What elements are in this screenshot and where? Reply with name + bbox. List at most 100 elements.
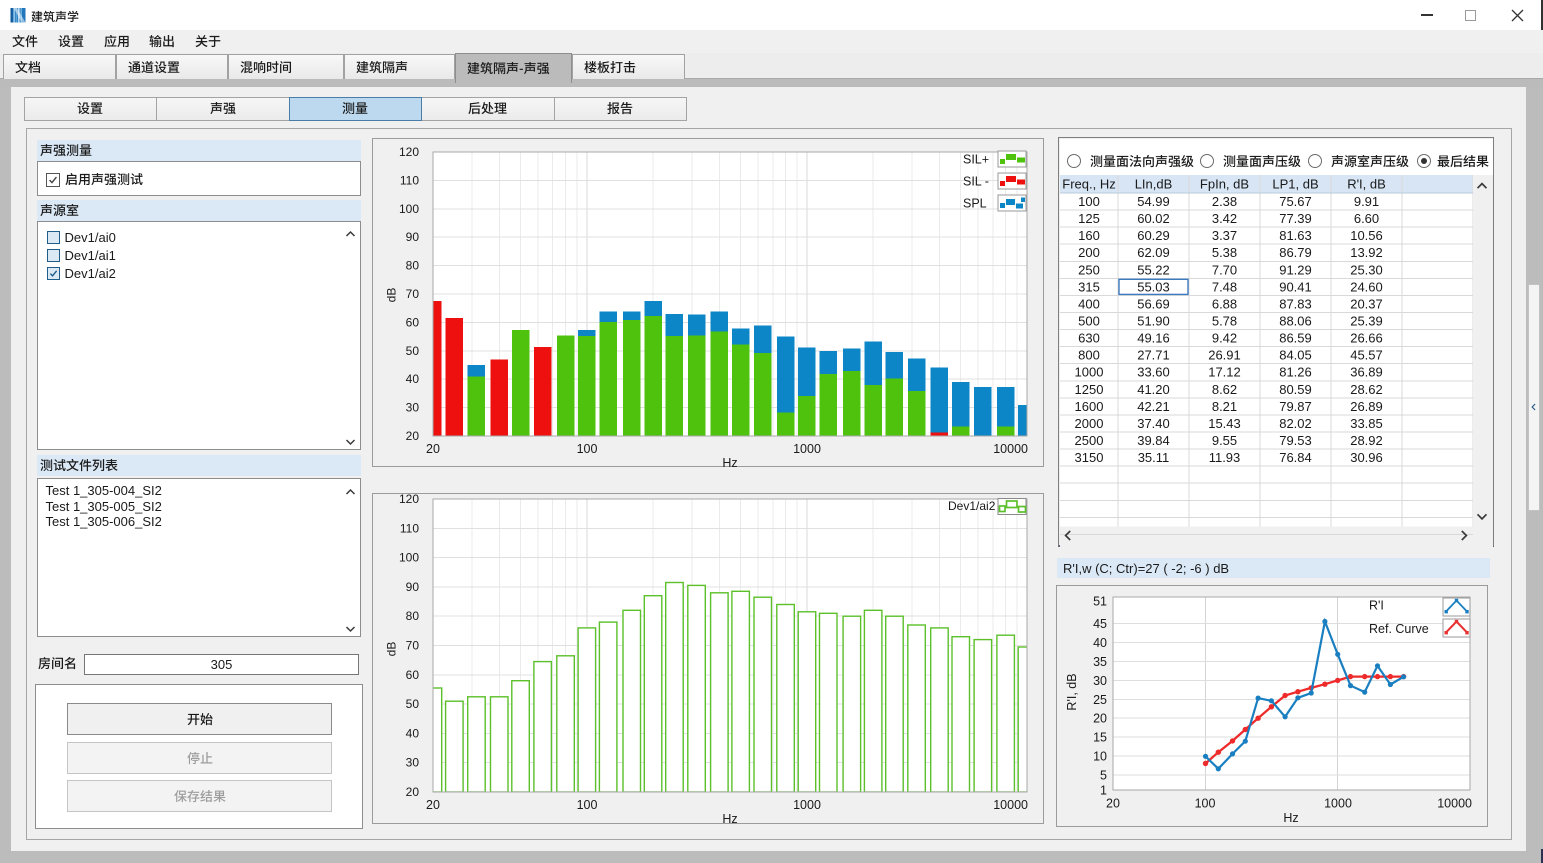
svg-text:77.39: 77.39	[1279, 211, 1312, 226]
svg-text:9.42: 9.42	[1212, 331, 1237, 346]
svg-text:1: 1	[1100, 784, 1107, 798]
svg-text:100: 100	[577, 798, 598, 812]
svg-text:125: 125	[1078, 211, 1100, 226]
svg-text:82.02: 82.02	[1279, 416, 1312, 431]
svg-text:6.88: 6.88	[1212, 296, 1237, 311]
svg-text:800: 800	[1078, 348, 1100, 363]
svg-text:SPL: SPL	[963, 197, 987, 211]
svg-text:15: 15	[1093, 731, 1107, 745]
svg-text:100: 100	[577, 442, 598, 456]
svg-text:10000: 10000	[1437, 797, 1472, 811]
svg-text:30: 30	[1093, 674, 1107, 688]
svg-text:60: 60	[406, 668, 420, 682]
svg-text:dB: dB	[385, 642, 399, 657]
svg-text:30: 30	[406, 401, 420, 415]
svg-text:70: 70	[406, 639, 420, 653]
svg-text:60.02: 60.02	[1137, 211, 1170, 226]
svg-text:80.59: 80.59	[1279, 382, 1312, 397]
svg-text:17.12: 17.12	[1208, 365, 1241, 380]
svg-text:10000: 10000	[993, 442, 1028, 456]
svg-text:315: 315	[1078, 279, 1100, 294]
svg-text:110: 110	[400, 521, 419, 535]
svg-text:LIn,dB: LIn,dB	[1135, 177, 1173, 192]
svg-text:500: 500	[1078, 314, 1100, 329]
svg-text:100: 100	[399, 551, 419, 565]
svg-text:81.63: 81.63	[1279, 228, 1312, 243]
svg-text:26.89: 26.89	[1350, 399, 1383, 414]
svg-text:9.55: 9.55	[1212, 433, 1237, 448]
svg-text:160: 160	[1078, 228, 1100, 243]
svg-text:10.56: 10.56	[1350, 228, 1383, 243]
svg-text:1000: 1000	[1324, 797, 1352, 811]
svg-text:2500: 2500	[1075, 433, 1104, 448]
svg-text:2000: 2000	[1075, 416, 1104, 431]
svg-text:R'I, dB: R'I, dB	[1347, 177, 1386, 192]
svg-text:25.39: 25.39	[1350, 314, 1383, 329]
svg-text:13.92: 13.92	[1350, 245, 1383, 260]
svg-text:90: 90	[406, 580, 420, 594]
svg-text:50: 50	[406, 344, 420, 358]
svg-text:20: 20	[1106, 797, 1120, 811]
svg-text:20.37: 20.37	[1350, 296, 1383, 311]
svg-text:9.91: 9.91	[1354, 194, 1379, 209]
svg-text:86.79: 86.79	[1279, 245, 1312, 260]
svg-text:26.66: 26.66	[1350, 331, 1383, 346]
svg-text:20: 20	[426, 442, 440, 456]
svg-text:10000: 10000	[993, 798, 1028, 812]
svg-text:3.37: 3.37	[1212, 228, 1237, 243]
svg-text:81.26: 81.26	[1279, 365, 1312, 380]
svg-text:84.05: 84.05	[1279, 348, 1312, 363]
svg-text:87.83: 87.83	[1279, 296, 1312, 311]
svg-text:60: 60	[406, 315, 420, 329]
svg-text:Hz: Hz	[722, 812, 737, 825]
svg-text:79.53: 79.53	[1279, 433, 1312, 448]
svg-text:28.62: 28.62	[1350, 382, 1383, 397]
svg-text:5.78: 5.78	[1212, 314, 1237, 329]
svg-text:LP1, dB: LP1, dB	[1272, 177, 1318, 192]
svg-text:7.70: 7.70	[1212, 262, 1237, 277]
svg-text:Hz: Hz	[1283, 811, 1298, 825]
svg-text:8.21: 8.21	[1212, 399, 1237, 414]
svg-text:51.90: 51.90	[1137, 314, 1170, 329]
svg-text:79.87: 79.87	[1279, 399, 1312, 414]
svg-text:100: 100	[1195, 797, 1216, 811]
svg-text:FpIn, dB: FpIn, dB	[1200, 177, 1249, 192]
svg-text:33.85: 33.85	[1350, 416, 1383, 431]
svg-text:11.93: 11.93	[1209, 450, 1241, 465]
svg-text:49.16: 49.16	[1137, 331, 1170, 346]
svg-text:20: 20	[1093, 712, 1107, 726]
svg-text:250: 250	[1078, 262, 1100, 277]
svg-text:100: 100	[399, 202, 419, 216]
svg-text:2.38: 2.38	[1212, 194, 1237, 209]
svg-text:45.57: 45.57	[1350, 348, 1383, 363]
svg-text:90: 90	[406, 230, 420, 244]
svg-text:90.41: 90.41	[1279, 279, 1312, 294]
svg-text:62.09: 62.09	[1137, 245, 1170, 260]
svg-text:5: 5	[1100, 768, 1107, 782]
svg-text:37.40: 37.40	[1137, 416, 1170, 431]
svg-text:35.11: 35.11	[1138, 450, 1170, 465]
svg-text:110: 110	[400, 173, 419, 187]
svg-text:120: 120	[399, 494, 419, 506]
svg-text:100: 100	[1078, 194, 1100, 209]
svg-text:70: 70	[406, 287, 420, 301]
svg-text:54.99: 54.99	[1137, 194, 1170, 209]
svg-text:86.59: 86.59	[1279, 331, 1312, 346]
svg-text:35: 35	[1093, 655, 1107, 669]
svg-text:20: 20	[406, 785, 420, 799]
svg-text:27.71: 27.71	[1137, 348, 1170, 363]
svg-text:7.48: 7.48	[1212, 279, 1237, 294]
svg-text:5.38: 5.38	[1212, 245, 1237, 260]
svg-text:28.92: 28.92	[1350, 433, 1383, 448]
svg-text:55.03: 55.03	[1137, 279, 1170, 294]
svg-text:25.30: 25.30	[1350, 262, 1383, 277]
svg-text:40: 40	[406, 372, 420, 386]
svg-text:20: 20	[406, 429, 420, 443]
svg-text:30: 30	[406, 756, 420, 770]
svg-text:400: 400	[1078, 296, 1100, 311]
svg-text:SIL -: SIL -	[963, 175, 989, 189]
svg-text:3150: 3150	[1075, 450, 1104, 465]
svg-text:1000: 1000	[1075, 365, 1104, 380]
svg-text:50: 50	[406, 697, 420, 711]
svg-text:Freq., Hz: Freq., Hz	[1062, 177, 1115, 192]
